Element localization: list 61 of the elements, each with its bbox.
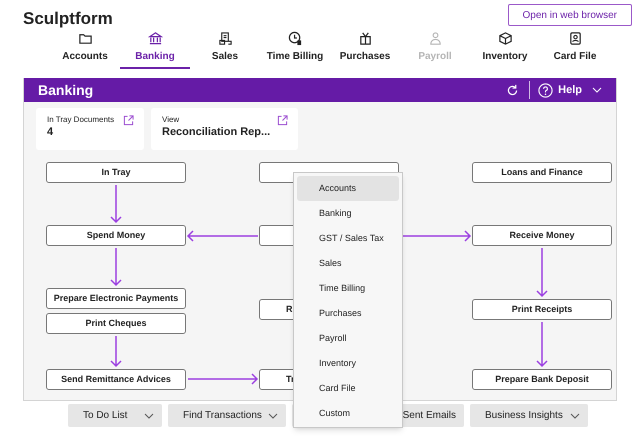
flow-arrow: [110, 247, 122, 286]
receipt-icon: [218, 31, 232, 46]
person-icon: [428, 31, 442, 46]
nav-tab[interactable]: Accounts: [50, 31, 120, 69]
contact-card-icon: [568, 31, 582, 46]
nav-tab[interactable]: Card File: [540, 31, 610, 69]
help-button[interactable]: Help: [538, 82, 602, 98]
flow-arrow: [536, 321, 548, 368]
menu-item[interactable]: Card File: [297, 376, 399, 401]
flow-arrow: [110, 335, 122, 368]
menu-item[interactable]: GST / Sales Tax: [297, 226, 399, 251]
menu-item[interactable]: Time Billing: [297, 276, 399, 301]
open-in-browser-button[interactable]: Open in web browser: [508, 4, 632, 26]
dropdown-button[interactable]: Find Transactions: [168, 404, 286, 427]
question-icon: [538, 82, 554, 98]
menu-item[interactable]: Banking: [297, 201, 399, 226]
flow-node-button[interactable]: Print Cheques: [46, 313, 186, 334]
box-icon: [498, 31, 512, 46]
gift-icon: [358, 31, 372, 46]
external-link-icon[interactable]: [277, 115, 288, 126]
menu-item[interactable]: Accounts: [297, 176, 399, 201]
nav-tab[interactable]: Sales: [190, 31, 260, 69]
summary-card[interactable]: View Reconciliation Rep...: [151, 108, 298, 150]
chevron-down-icon: [570, 412, 580, 418]
external-link-icon[interactable]: [123, 115, 134, 126]
card-caption: View: [162, 115, 180, 125]
card-value: 4: [47, 125, 54, 139]
summary-card[interactable]: In Tray Documents 4: [36, 108, 144, 150]
flow-node-button[interactable]: Receive Money: [472, 225, 612, 246]
folder-icon: [78, 31, 92, 46]
chevron-down-icon: [592, 87, 602, 93]
chevron-down-icon: [144, 412, 154, 418]
flow-arrow: [536, 247, 548, 298]
flow-arrow: [187, 373, 258, 385]
clock-icon: [288, 31, 302, 46]
flow-node-button[interactable]: In Tray: [46, 162, 186, 183]
company-name: Sculptform: [23, 8, 113, 30]
bank-icon: [148, 31, 162, 46]
nav-tab[interactable]: Time Billing: [260, 31, 330, 69]
flow-node-button[interactable]: Send Remittance Advices: [46, 369, 186, 390]
menu-item[interactable]: Sales: [297, 251, 399, 276]
nav-tab[interactable]: Banking: [120, 31, 190, 69]
flow-node-button[interactable]: Print Receipts: [472, 299, 612, 320]
card-caption: In Tray Documents: [47, 115, 114, 125]
flow-node-button[interactable]: Prepare Bank Deposit: [472, 369, 612, 390]
nav-tab[interactable]: Purchases: [330, 31, 400, 69]
card-value: Reconciliation Rep...: [162, 125, 272, 139]
dropdown-button[interactable]: Business Insights: [470, 404, 588, 427]
flow-node-button[interactable]: Prepare Electronic Payments: [46, 288, 186, 309]
menu-item[interactable]: Custom: [297, 401, 399, 426]
menu-item[interactable]: Inventory: [297, 351, 399, 376]
refresh-icon[interactable]: [506, 84, 520, 96]
section-title: Banking: [38, 80, 94, 100]
flow-node-button[interactable]: Loans and Finance: [472, 162, 612, 183]
dropdown-button[interactable]: To Do List: [68, 404, 162, 427]
flow-arrow: [110, 184, 122, 224]
menu-item[interactable]: Payroll: [297, 326, 399, 351]
nav-tab[interactable]: Inventory: [470, 31, 540, 69]
chevron-down-icon: [268, 412, 278, 418]
flow-node-button[interactable]: Spend Money: [46, 225, 186, 246]
menu-item[interactable]: Purchases: [297, 301, 399, 326]
